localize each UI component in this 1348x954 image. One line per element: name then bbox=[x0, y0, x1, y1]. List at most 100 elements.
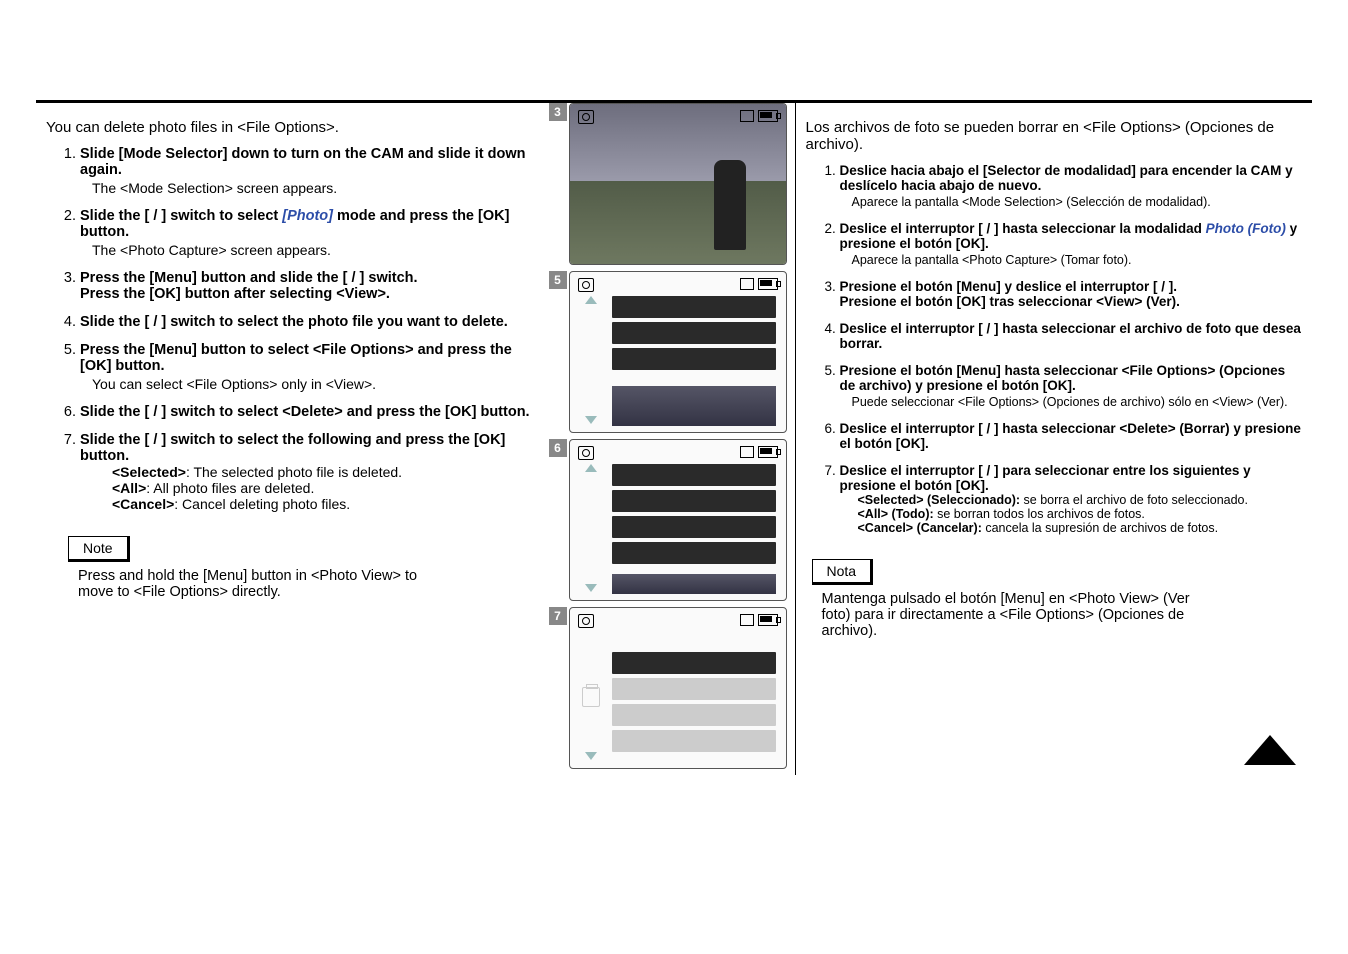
thumb-6-wrap: 6 bbox=[569, 439, 787, 601]
thumb-6-topicons bbox=[578, 446, 778, 461]
battery-icon bbox=[758, 110, 778, 122]
header-bar bbox=[36, 40, 1312, 103]
thumb-5 bbox=[569, 271, 787, 433]
es-step-2-sub: Aparece la pantalla <Photo Capture> (Tom… bbox=[852, 253, 1303, 267]
es-steps: Deslice hacia abajo el [Selector de moda… bbox=[806, 163, 1303, 535]
thumb-5-num: 5 bbox=[549, 271, 567, 289]
en-step-7-def-2-k: <Cancel> bbox=[112, 496, 174, 512]
es-step-7-def-1-k: <All> (Todo): bbox=[858, 507, 934, 521]
thumb-3-person bbox=[714, 160, 746, 250]
es-step-7-def-0: <Selected> (Seleccionado): se borra el a… bbox=[858, 493, 1303, 507]
es-intro: Los archivos de foto se pueden borrar en… bbox=[806, 119, 1303, 153]
en-step-7-def-1-k: <All> bbox=[112, 480, 146, 496]
en-step-1-sub: The <Mode Selection> screen appears. bbox=[92, 180, 543, 196]
thumb-3-num: 3 bbox=[549, 103, 567, 121]
thumb-6-preview bbox=[612, 574, 776, 594]
es-step-1-head: Deslice hacia abajo el [Selector de moda… bbox=[840, 163, 1293, 193]
es-step-7-head: Deslice el interruptor [ / ] para selecc… bbox=[840, 463, 1251, 493]
es-note-label: Nota bbox=[812, 559, 874, 585]
thumb-5-bars bbox=[612, 296, 776, 370]
en-step-1-head: Slide [Mode Selector] down to turn on th… bbox=[80, 146, 525, 178]
es-step-7-def-1: <All> (Todo): se borran todos los archiv… bbox=[858, 507, 1303, 521]
thumb-3-topicons bbox=[578, 110, 778, 125]
thumb-7-num: 7 bbox=[549, 607, 567, 625]
en-step-7-def-0-k: <Selected> bbox=[112, 464, 186, 480]
es-step-3: Presione el botón [Menu] y deslice el in… bbox=[840, 279, 1303, 309]
camera-icon bbox=[578, 614, 594, 628]
es-step-5-head: Presione el botón [Menu] hasta seleccion… bbox=[840, 363, 1286, 393]
thumb-7 bbox=[569, 607, 787, 769]
thumb-6-side bbox=[578, 464, 604, 592]
es-step-7-def-2-v: cancela la supresión de archivos de foto… bbox=[982, 521, 1218, 535]
es-step-4-head: Deslice el interruptor [ / ] hasta selec… bbox=[840, 321, 1301, 351]
thumb-5-preview bbox=[612, 386, 776, 426]
thumb-6 bbox=[569, 439, 787, 601]
thumb-6-bars bbox=[612, 464, 776, 564]
battery-icon bbox=[758, 278, 778, 290]
camera-icon bbox=[578, 446, 594, 460]
sd-icon bbox=[740, 446, 754, 458]
es-step-7: Deslice el interruptor [ / ] para selecc… bbox=[840, 463, 1303, 535]
list-item bbox=[612, 348, 776, 370]
en-step-5-head: Press the [Menu] button to select <File … bbox=[80, 342, 512, 374]
list-item-selected bbox=[612, 678, 776, 700]
en-step-2-mode: [Photo] bbox=[282, 208, 333, 224]
en-step-7: Slide the [ / ] switch to select the fol… bbox=[80, 432, 543, 512]
chevron-down-icon bbox=[585, 416, 597, 424]
list-item bbox=[612, 516, 776, 538]
en-step-7-def-1-v: : All photo files are deleted. bbox=[146, 480, 314, 496]
en-step-1: Slide [Mode Selector] down to turn on th… bbox=[80, 146, 543, 196]
list-item bbox=[612, 652, 776, 674]
thumb-6-num: 6 bbox=[549, 439, 567, 457]
chevron-down-icon bbox=[585, 584, 597, 592]
es-step-2-head-pre: Deslice el interruptor [ / ] hasta selec… bbox=[840, 221, 1206, 236]
es-step-1: Deslice hacia abajo el [Selector de moda… bbox=[840, 163, 1303, 209]
en-note-text: Press and hold the [Menu] button in <Pho… bbox=[78, 568, 418, 600]
en-step-5: Press the [Menu] button to select <File … bbox=[80, 342, 543, 392]
es-step-4: Deslice el interruptor [ / ] hasta selec… bbox=[840, 321, 1303, 351]
en-step-2: Slide the [ / ] switch to select [Photo]… bbox=[80, 208, 543, 258]
chevron-up-icon bbox=[585, 464, 597, 472]
thumb-3-grass bbox=[570, 181, 786, 264]
thumb-7-wrap: 7 bbox=[569, 607, 787, 769]
sd-icon bbox=[740, 614, 754, 626]
en-step-2-sub: The <Photo Capture> screen appears. bbox=[92, 242, 543, 258]
es-step-3-head: Presione el botón [Menu] y deslice el in… bbox=[840, 279, 1180, 309]
en-step-7-def-2-v: : Cancel deleting photo files. bbox=[174, 496, 350, 512]
es-step-7-def-2-k: <Cancel> (Cancelar): bbox=[858, 521, 982, 535]
es-step-1-sub: Aparece la pantalla <Mode Selection> (Se… bbox=[852, 195, 1303, 209]
es-step-5: Presione el botón [Menu] hasta seleccion… bbox=[840, 363, 1303, 409]
en-step-6: Slide the [ / ] switch to select <Delete… bbox=[80, 404, 543, 420]
es-step-2: Deslice el interruptor [ / ] hasta selec… bbox=[840, 221, 1303, 267]
list-item bbox=[612, 296, 776, 318]
thumb-5-wrap: 5 bbox=[569, 271, 787, 433]
es-note-text: Mantenga pulsado el botón [Menu] en <Pho… bbox=[822, 591, 1202, 639]
en-step-5-sub: You can select <File Options> only in <V… bbox=[92, 376, 543, 392]
en-step-7-def-0: <Selected>: The selected photo file is d… bbox=[112, 464, 543, 480]
chevron-up-icon bbox=[585, 296, 597, 304]
list-item bbox=[612, 704, 776, 726]
es-step-7-def-2: <Cancel> (Cancelar): cancela la supresió… bbox=[858, 521, 1303, 535]
en-note-label: Note bbox=[68, 536, 130, 562]
battery-icon bbox=[758, 446, 778, 458]
sd-icon bbox=[740, 110, 754, 122]
columns: You can delete photo files in <File Opti… bbox=[36, 103, 1312, 775]
thumb-3 bbox=[569, 103, 787, 265]
en-step-4-head: Slide the [ / ] switch to select the pho… bbox=[80, 314, 508, 330]
camera-icon bbox=[578, 278, 594, 292]
en-step-7-def-2: <Cancel>: Cancel deleting photo files. bbox=[112, 496, 543, 512]
es-step-7-def-0-k: <Selected> (Seleccionado): bbox=[858, 493, 1021, 507]
spanish-column: Los archivos de foto se pueden borrar en… bbox=[795, 103, 1313, 775]
list-item bbox=[612, 322, 776, 344]
page: You can delete photo files in <File Opti… bbox=[36, 40, 1312, 775]
thumb-7-bars bbox=[612, 652, 776, 752]
en-step-7-head: Slide the [ / ] switch to select the fol… bbox=[80, 432, 505, 464]
es-step-7-def-1-v: se borran todos los archivos de fotos. bbox=[934, 507, 1145, 521]
en-intro: You can delete photo files in <File Opti… bbox=[46, 119, 543, 136]
battery-icon bbox=[758, 614, 778, 626]
list-item bbox=[612, 464, 776, 486]
page-corner-arrow-icon bbox=[1244, 735, 1296, 765]
english-column: You can delete photo files in <File Opti… bbox=[36, 103, 553, 775]
sd-icon bbox=[740, 278, 754, 290]
thumb-5-side bbox=[578, 296, 604, 424]
